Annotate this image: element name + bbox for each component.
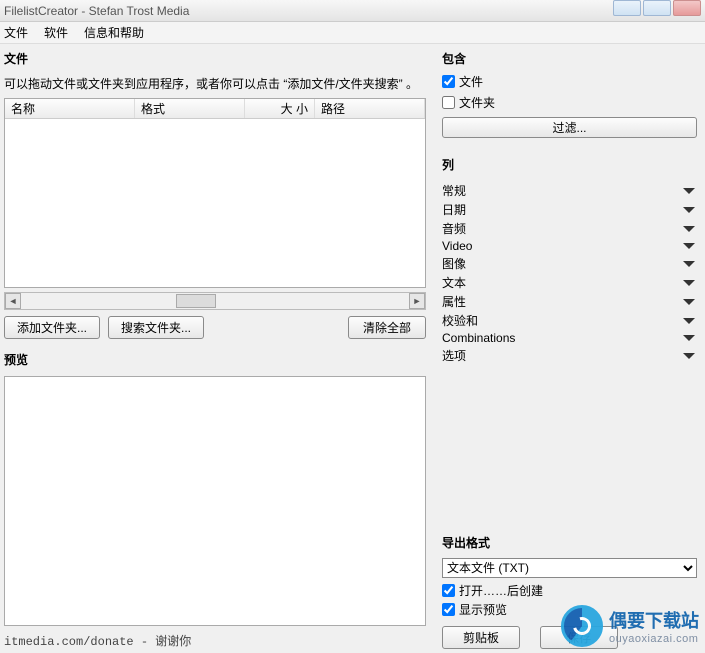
column-item-label: 日期	[442, 201, 466, 218]
scroll-right-icon[interactable]: ►	[409, 293, 425, 309]
column-item-label: 校验和	[442, 312, 478, 329]
column-item[interactable]: 日期	[442, 200, 697, 219]
open-after-row[interactable]: 打开……后创建	[442, 582, 697, 599]
chevron-down-icon	[683, 188, 695, 194]
chevron-down-icon	[683, 299, 695, 305]
menu-bar: 文件 软件 信息和帮助	[0, 22, 705, 44]
column-item-label: 属性	[442, 293, 466, 310]
column-item-label: 图像	[442, 255, 466, 272]
export-title: 导出格式	[442, 534, 697, 551]
show-preview-label: 显示预览	[459, 601, 507, 618]
scroll-left-icon[interactable]: ◄	[5, 293, 21, 309]
scroll-track[interactable]	[21, 294, 409, 308]
include-files-checkbox[interactable]	[442, 75, 455, 88]
search-folder-button[interactable]: 搜索文件夹...	[108, 316, 204, 339]
chevron-down-icon	[683, 261, 695, 267]
files-hint: 可以拖动文件或文件夹到应用程序，或者你可以点击 “添加文件/文件夹搜索” 。	[4, 75, 426, 92]
clipboard-button[interactable]: 剪贴板	[442, 626, 520, 649]
chevron-down-icon	[683, 280, 695, 286]
preview-title: 预览	[4, 351, 426, 368]
menu-help[interactable]: 信息和帮助	[84, 24, 144, 41]
column-item-label: 音频	[442, 220, 466, 237]
footer-text: itmedia.com/donate - 谢谢你	[4, 632, 426, 649]
columns-list: 常规日期音频 Video 图像文本属性校验和 Combinations 选项	[442, 181, 697, 365]
column-item[interactable]: 音频	[442, 219, 697, 238]
open-after-label: 打开……后创建	[459, 582, 543, 599]
chevron-down-icon	[683, 318, 695, 324]
chevron-down-icon	[683, 335, 695, 341]
minimize-button[interactable]	[613, 0, 641, 16]
include-folders-label: 文件夹	[459, 94, 495, 111]
column-item-label: 常规	[442, 182, 466, 199]
column-item[interactable]: Video	[442, 238, 697, 254]
chevron-down-icon	[683, 226, 695, 232]
column-item[interactable]: 属性	[442, 292, 697, 311]
table-body[interactable]	[5, 119, 425, 287]
window-title: FilelistCreator - Stefan Trost Media	[4, 4, 189, 18]
close-button[interactable]	[673, 0, 701, 16]
table-header: 名称 格式 大 小 路径	[5, 99, 425, 119]
title-bar: FilelistCreator - Stefan Trost Media	[0, 0, 705, 22]
export-format-select[interactable]: 文本文件 (TXT)	[442, 558, 697, 578]
column-item-label: Video	[442, 239, 472, 253]
col-format[interactable]: 格式	[135, 99, 245, 118]
open-after-checkbox[interactable]	[442, 584, 455, 597]
column-item[interactable]: 常规	[442, 181, 697, 200]
menu-file[interactable]: 文件	[4, 24, 28, 41]
include-title: 包含	[442, 50, 697, 67]
col-name[interactable]: 名称	[5, 99, 135, 118]
column-item[interactable]: 选项	[442, 346, 697, 365]
chevron-down-icon	[683, 243, 695, 249]
columns-title: 列	[442, 156, 697, 173]
include-files-label: 文件	[459, 73, 483, 90]
add-folder-button[interactable]: 添加文件夹...	[4, 316, 100, 339]
column-item-label: 选项	[442, 347, 466, 364]
chevron-down-icon	[683, 207, 695, 213]
column-item[interactable]: 图像	[442, 254, 697, 273]
show-preview-checkbox[interactable]	[442, 603, 455, 616]
include-files-row[interactable]: 文件	[442, 73, 697, 90]
scroll-thumb[interactable]	[176, 294, 216, 308]
include-folders-checkbox[interactable]	[442, 96, 455, 109]
column-item-label: Combinations	[442, 331, 515, 345]
col-path[interactable]: 路径	[315, 99, 425, 118]
filter-button[interactable]: 过滤...	[442, 117, 697, 138]
horizontal-scrollbar[interactable]: ◄ ►	[4, 292, 426, 310]
files-title: 文件	[4, 50, 426, 67]
column-item[interactable]: 校验和	[442, 311, 697, 330]
column-item[interactable]: 文本	[442, 273, 697, 292]
clear-all-button[interactable]: 清除全部	[348, 316, 426, 339]
column-item[interactable]: Combinations	[442, 330, 697, 346]
show-preview-row[interactable]: 显示预览	[442, 601, 697, 618]
column-item-label: 文本	[442, 274, 466, 291]
include-folders-row[interactable]: 文件夹	[442, 94, 697, 111]
file-table: 名称 格式 大 小 路径	[4, 98, 426, 288]
preview-box[interactable]	[4, 376, 426, 626]
menu-software[interactable]: 软件	[44, 24, 68, 41]
maximize-button[interactable]	[643, 0, 671, 16]
chevron-down-icon	[683, 353, 695, 359]
save-button[interactable]: 保存	[540, 626, 618, 649]
col-size[interactable]: 大 小	[245, 99, 315, 118]
